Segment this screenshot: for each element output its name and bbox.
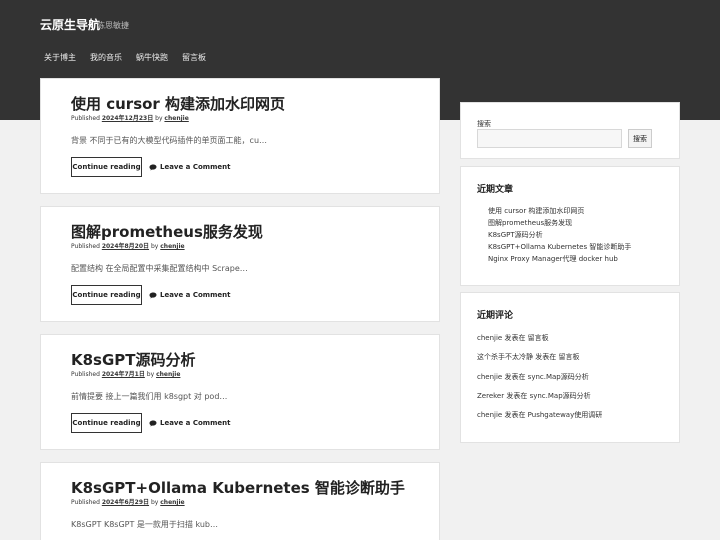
leave-comment-label: Leave a Comment [160,291,231,299]
recent-posts-widget: 近期文章 使用 cursor 构建添加水印网页 图解prometheus服务发现… [460,166,680,286]
comment-icon [149,164,157,170]
recent-posts-title: 近期文章 [477,185,514,195]
leave-comment-link[interactable]: Leave a Comment [149,163,230,171]
recent-post-link[interactable]: K8sGPT+Ollama Kubernetes 智能诊断助手 [488,242,631,252]
post-meta: Published 2024年6月29日 by chenjie [71,497,185,506]
published-label: Published [71,499,100,506]
post-title[interactable]: 图解prometheus服务发现 [71,221,263,242]
site-title[interactable]: 云原生导航 [40,16,100,33]
recent-comments-title: 近期评论 [477,311,514,321]
continue-reading-button[interactable]: Continue reading [71,157,142,177]
leave-comment-label: Leave a Comment [160,419,231,427]
post-excerpt: 背景 不同于已有的大模型代码插件的单页面工能，cu… [71,136,268,145]
nav-item-music[interactable]: 我的音乐 [90,52,122,63]
search-label: 搜索 [477,120,491,128]
post-excerpt: 前情提要 接上一篇我们用 k8sgpt 对 pod… [71,392,228,401]
post-excerpt: 配置结构 在全局配置中采集配置结构中 Scrape… [71,264,248,273]
recent-comment-item[interactable]: 这个杀手不太冷静 发表在 留言板 [477,352,579,362]
search-widget: 搜索 搜索 [460,102,680,159]
by-label: by [150,243,159,250]
continue-reading-button[interactable]: Continue reading [71,413,142,433]
recent-comment-item[interactable]: chenjie 发表在 Pushgateway使用调研 [477,410,602,420]
post-date[interactable]: 2024年8月20日 [102,243,149,250]
post-card: 使用 cursor 构建添加水印网页 Published 2024年12月23日… [40,78,440,194]
continue-reading-button[interactable]: Continue reading [71,285,142,305]
recent-post-link[interactable]: 使用 cursor 构建添加水印网页 [488,206,584,216]
leave-comment-link[interactable]: Leave a Comment [149,419,230,427]
by-label: by [155,115,163,122]
search-input[interactable] [477,129,622,148]
nav-item-snail[interactable]: 蜗牛快跑 [136,52,168,63]
post-excerpt: K8sGPT K8sGPT 是一款用于扫描 kub… [71,520,218,529]
published-label: Published [71,243,100,250]
recent-post-link[interactable]: K8sGPT源码分析 [488,230,543,240]
nav-item-guestbook[interactable]: 留言板 [182,52,206,63]
by-label: by [150,499,159,506]
recent-comment-item[interactable]: chenjie 发表在 留言板 [477,333,549,343]
search-button[interactable]: 搜索 [628,129,652,148]
primary-nav: 关于博主 我的音乐 蜗牛快跑 留言板 [44,52,206,63]
post-date[interactable]: 2024年7月1日 [102,371,145,378]
post-author[interactable]: chenjie [160,499,184,506]
post-card: K8sGPT+Ollama Kubernetes 智能诊断助手 Publishe… [40,462,440,540]
post-meta: Published 2024年12月23日 by chenjie [71,113,189,122]
post-author[interactable]: chenjie [164,115,188,122]
post-date[interactable]: 2024年12月23日 [102,115,153,122]
post-title[interactable]: 使用 cursor 构建添加水印网页 [71,93,285,114]
leave-comment-link[interactable]: Leave a Comment [149,291,230,299]
published-label: Published [71,115,100,122]
post-date[interactable]: 2024年6月29日 [102,499,149,506]
post-card: 图解prometheus服务发现 Published 2024年8月20日 by… [40,206,440,322]
post-meta: Published 2024年8月20日 by chenjie [71,241,185,250]
comment-icon [149,420,157,426]
comment-icon [149,292,157,298]
nav-item-about[interactable]: 关于博主 [44,52,76,63]
post-card: K8sGPT源码分析 Published 2024年7月1日 by chenji… [40,334,440,450]
site-description: 陈思敏捷 [97,21,129,30]
post-title[interactable]: K8sGPT源码分析 [71,349,196,370]
leave-comment-label: Leave a Comment [160,163,231,171]
post-author[interactable]: chenjie [160,243,184,250]
post-title[interactable]: K8sGPT+Ollama Kubernetes 智能诊断助手 [71,477,405,498]
post-meta: Published 2024年7月1日 by chenjie [71,369,180,378]
post-author[interactable]: chenjie [156,371,180,378]
published-label: Published [71,371,100,378]
recent-comment-item[interactable]: Zereker 发表在 sync.Map源码分析 [477,391,591,401]
recent-comments-widget: 近期评论 chenjie 发表在 留言板 这个杀手不太冷静 发表在 留言板 ch… [460,292,680,443]
recent-post-link[interactable]: 图解prometheus服务发现 [488,218,572,228]
recent-comment-item[interactable]: chenjie 发表在 sync.Map源码分析 [477,372,589,382]
recent-post-link[interactable]: Nginx Proxy Manager代理 docker hub [488,254,618,264]
by-label: by [146,371,155,378]
